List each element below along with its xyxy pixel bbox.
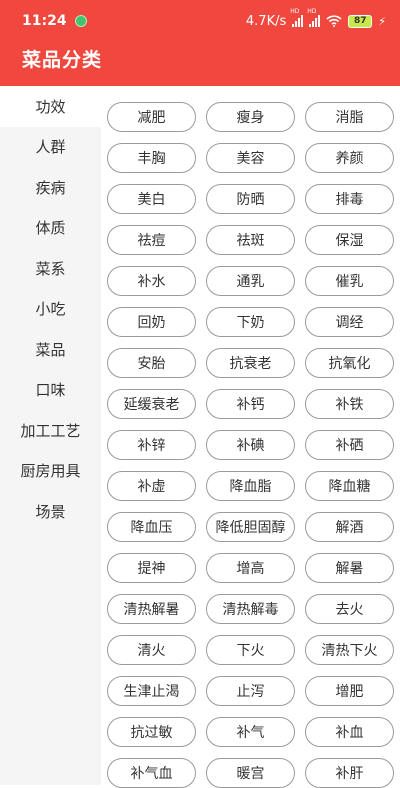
tag-chip[interactable]: 丰胸: [107, 143, 196, 173]
tag-chip[interactable]: 补气血: [107, 758, 196, 788]
tag-chip[interactable]: 防晒: [206, 184, 295, 214]
tag-chip[interactable]: 美白: [107, 184, 196, 214]
sidebar-item[interactable]: 功效: [0, 86, 101, 127]
tag-chip[interactable]: 清热解暑: [107, 594, 196, 624]
tag-chip[interactable]: 去火: [305, 594, 394, 624]
wifi-icon: [326, 15, 342, 27]
tag-chip[interactable]: 提神: [107, 553, 196, 583]
tag-chip[interactable]: 补水: [107, 266, 196, 296]
tag-chip[interactable]: 通乳: [206, 266, 295, 296]
tag-chip[interactable]: 瘦身: [206, 102, 295, 132]
tag-chip[interactable]: 降血压: [107, 512, 196, 542]
tag-grid: 减肥 瘦身 消脂丰胸 美容 养颜美白 防晒 排毒祛痘 祛斑 保湿补水 通乳 催乳回奶 下奶 调经安胎 抗衰…: [107, 102, 395, 788]
tag-chip[interactable]: 降低胆固醇: [206, 512, 295, 542]
tag-chip[interactable]: 补铁: [305, 389, 394, 419]
status-time: 11:24: [22, 13, 67, 29]
tag-chip[interactable]: 补血: [305, 717, 394, 747]
tag-chip[interactable]: 减肥: [107, 102, 196, 132]
network-speed: 4.7K/s: [245, 13, 287, 29]
status-bar: 11:24 4.7K/s HD HD 87 ⚡: [0, 0, 400, 42]
sidebar-item[interactable]: 加工工艺: [0, 410, 101, 451]
battery-icon: 87: [348, 14, 373, 28]
tag-chip[interactable]: 排毒: [305, 184, 394, 214]
app-header: 11:24 4.7K/s HD HD 87 ⚡ 菜品分类: [0, 0, 400, 86]
tag-chip[interactable]: 补锌: [107, 430, 196, 460]
tag-chip[interactable]: 抗过敏: [107, 717, 196, 747]
tag-chip[interactable]: 增高: [206, 553, 295, 583]
tag-chip[interactable]: 祛痘: [107, 225, 196, 255]
sidebar-item[interactable]: 场景: [0, 491, 101, 532]
tag-chip[interactable]: 补虚: [107, 471, 196, 501]
signal-icon: HD: [290, 8, 304, 27]
tag-chip[interactable]: 补钙: [206, 389, 295, 419]
tag-chip[interactable]: 延缓衰老: [107, 389, 196, 419]
sidebar-item[interactable]: 口味: [0, 370, 101, 411]
tag-chip[interactable]: 催乳: [305, 266, 394, 296]
category-sidebar: 功效 人群 疾病 体质 菜系 小吃 菜品 口味 加工工艺 厨房用具 场景: [0, 86, 101, 785]
status-icons: 4.7K/s HD HD 87 ⚡: [245, 8, 386, 29]
sidebar-item[interactable]: 体质: [0, 208, 101, 249]
sidebar-item[interactable]: 小吃: [0, 289, 101, 330]
tag-chip[interactable]: 补肝: [305, 758, 394, 788]
tag-chip[interactable]: 止泻: [206, 676, 295, 706]
tag-chip[interactable]: 解暑: [305, 553, 394, 583]
sidebar-item[interactable]: 人群: [0, 127, 101, 168]
signal-icon: HD: [307, 8, 321, 27]
sidebar-item[interactable]: 菜系: [0, 248, 101, 289]
tag-chip[interactable]: 下奶: [206, 307, 295, 337]
tag-chip[interactable]: 美容: [206, 143, 295, 173]
tag-chip[interactable]: 增肥: [305, 676, 394, 706]
tag-chip[interactable]: 祛斑: [206, 225, 295, 255]
tag-chip[interactable]: 补气: [206, 717, 295, 747]
charging-icon: ⚡: [378, 14, 386, 28]
tag-chip[interactable]: 调经: [305, 307, 394, 337]
tag-chip[interactable]: 回奶: [107, 307, 196, 337]
tag-chip[interactable]: 保湿: [305, 225, 394, 255]
tag-chip[interactable]: 解酒: [305, 512, 394, 542]
tag-chip[interactable]: 降血糖: [305, 471, 394, 501]
tag-chip[interactable]: 抗衰老: [206, 348, 295, 378]
tag-chip[interactable]: 暖宫: [206, 758, 295, 788]
page-title: 菜品分类: [22, 49, 103, 71]
notification-icon: [74, 15, 87, 27]
tag-chip[interactable]: 下火: [206, 635, 295, 665]
tag-chip[interactable]: 消脂: [305, 102, 394, 132]
tag-chip[interactable]: 养颜: [305, 143, 394, 173]
tag-chip[interactable]: 补硒: [305, 430, 394, 460]
sidebar-item[interactable]: 厨房用具: [0, 451, 101, 492]
sidebar-item[interactable]: 疾病: [0, 167, 101, 208]
tag-chip[interactable]: 清热解毒: [206, 594, 295, 624]
sidebar-item[interactable]: 菜品: [0, 329, 101, 370]
tag-chip[interactable]: 生津止渴: [107, 676, 196, 706]
tag-chip[interactable]: 降血脂: [206, 471, 295, 501]
tag-chip[interactable]: 安胎: [107, 348, 196, 378]
tag-chip[interactable]: 清热下火: [305, 635, 394, 665]
tag-chip[interactable]: 补碘: [206, 430, 295, 460]
tag-chip[interactable]: 清火: [107, 635, 196, 665]
tag-chip[interactable]: 抗氧化: [305, 348, 394, 378]
